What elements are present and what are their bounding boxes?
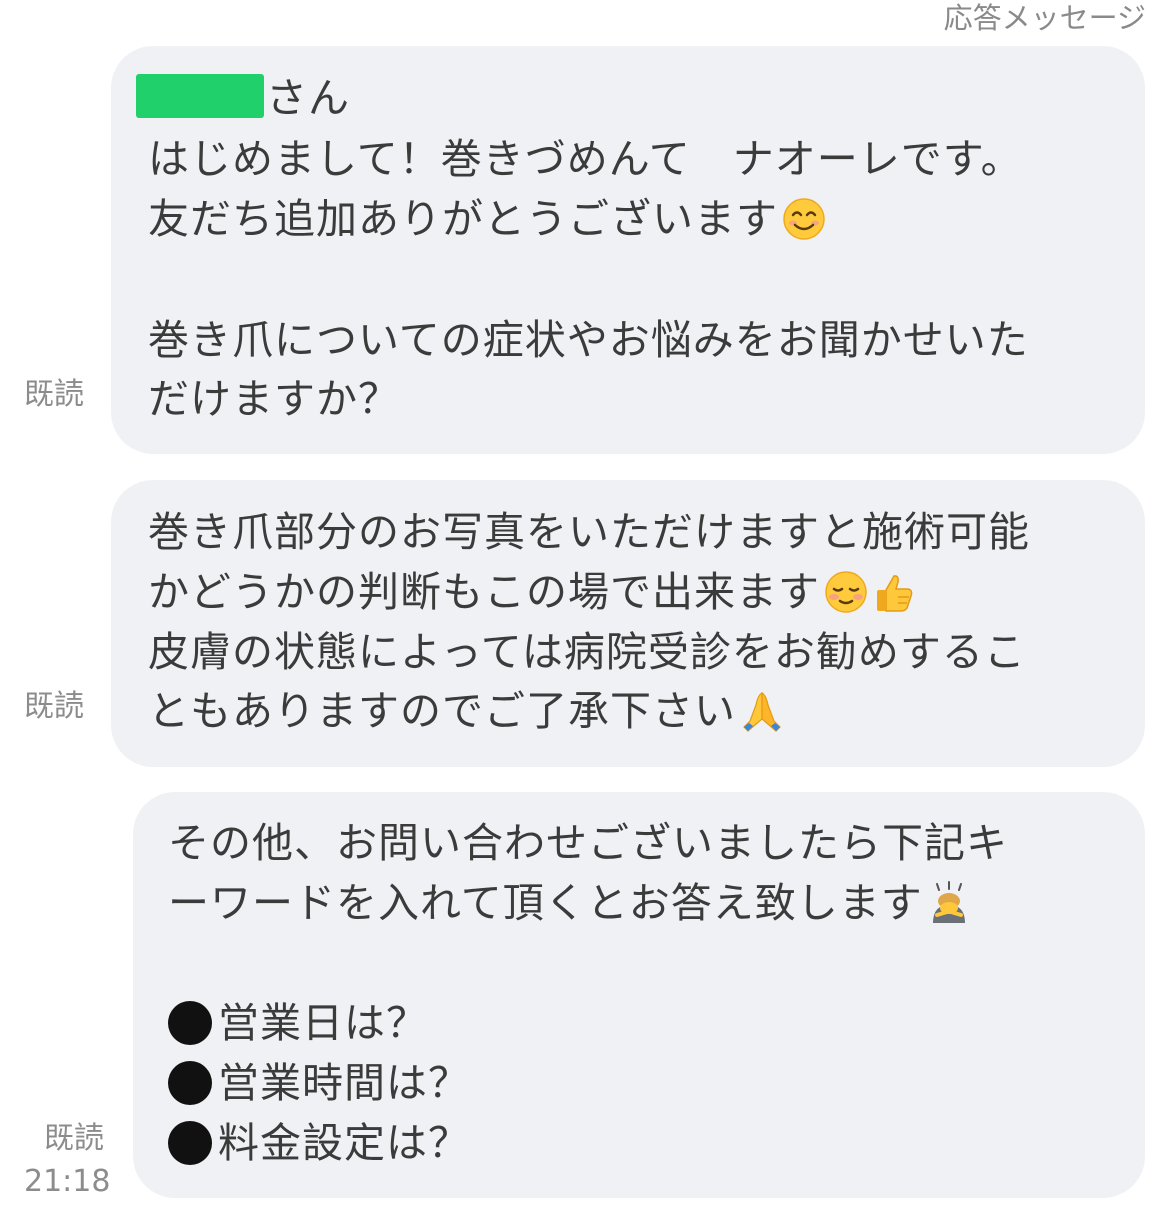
message-line: ともありますのでご了承下さい <box>148 686 784 736</box>
keyword-text: 料金設定は？ <box>218 1119 470 1167</box>
message-text: ともありますのでご了承下さい <box>148 687 736 735</box>
message-line: さん <box>136 73 350 123</box>
folded-hands-icon <box>743 692 781 732</box>
keyword-item: 料金設定は？ <box>168 1118 470 1168</box>
black-circle-icon <box>168 1061 212 1105</box>
smiling-face-icon <box>783 198 825 240</box>
bowing-person-icon <box>932 881 965 923</box>
message-line: ーワードを入れて頂くとお答え致します <box>168 878 971 928</box>
name-suffix: さん <box>266 74 350 122</box>
message-line: 友だち追加ありがとうございます <box>148 194 826 244</box>
message-line: かどうかの判断もこの場で出来ます <box>148 567 916 617</box>
message-line: 巻き爪についての症状やお悩みをお聞かせいた <box>148 316 1029 364</box>
black-circle-icon <box>168 1121 212 1165</box>
black-circle-icon <box>168 1001 212 1045</box>
auto-reply-label: 応答メッセージ <box>943 1 1146 35</box>
read-status: 既読 <box>44 1121 104 1156</box>
message-text: かどうかの判断もこの場で出来ます <box>148 568 820 616</box>
message-line: 皮膚の状態によっては病院受診をお勧めするこ <box>148 628 1026 676</box>
relieved-face-icon <box>825 571 867 613</box>
keyword-item: 営業時間は？ <box>168 1058 470 1108</box>
message-line: 巻き爪部分のお写真をいただけますと施術可能 <box>148 508 1030 556</box>
message-line: だけますか？ <box>148 375 400 423</box>
message-text: 友だち追加ありがとうございます <box>148 195 778 243</box>
read-status: 既読 <box>24 689 84 724</box>
keyword-text: 営業時間は？ <box>218 1059 470 1107</box>
message-line: はじめまして！巻きづめんて ナオーレです。 <box>148 135 1023 183</box>
message-text: ーワードを入れて頂くとお答え致します <box>168 879 923 927</box>
timestamp: 21:18 <box>24 1164 111 1199</box>
read-status: 既読 <box>24 377 84 412</box>
thumbs-up-icon <box>877 575 913 612</box>
keyword-text: 営業日は？ <box>218 999 428 1047</box>
message-line: その他、お問い合わせございましたら下記キ <box>168 819 1008 867</box>
keyword-item: 営業日は？ <box>168 998 428 1048</box>
redacted-name <box>136 74 264 118</box>
